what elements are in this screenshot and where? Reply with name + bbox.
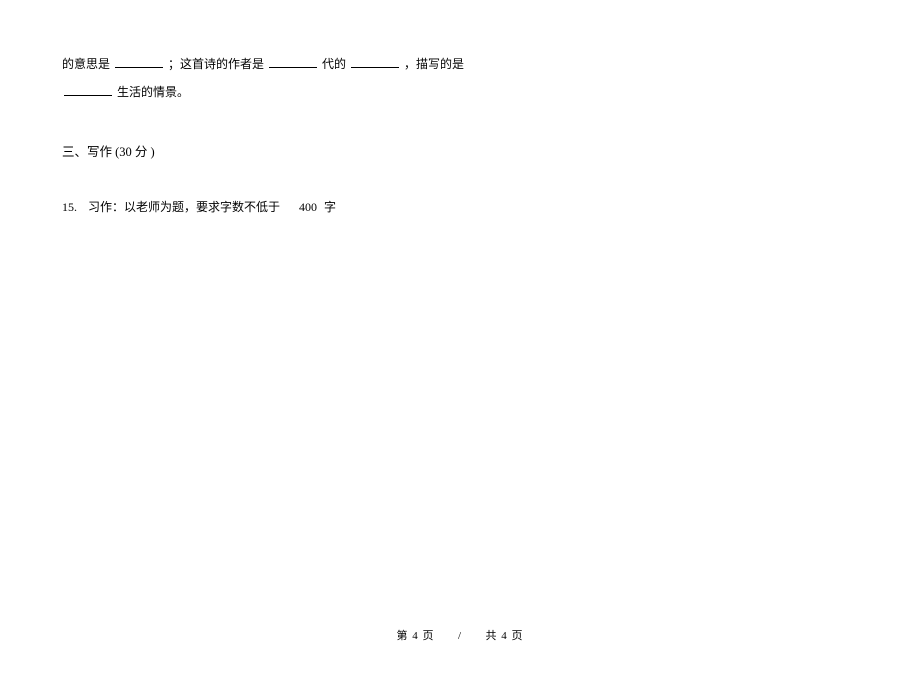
text-fragment: ，描写的是	[404, 57, 464, 71]
fill-blank[interactable]	[115, 54, 163, 68]
question-15: 15. 习作：以老师为题，要求字数不低于 400 字	[62, 195, 858, 219]
fill-blank[interactable]	[64, 82, 112, 96]
fragment-line-1: 的意思是 ；这首诗的作者是 代的 ，描写的是	[62, 52, 858, 76]
question-number: 15.	[62, 200, 77, 214]
footer-separator: /	[458, 630, 462, 642]
question-text-unit: 字	[324, 200, 336, 214]
question-text: 习作：以老师为题，要求字数不低于	[88, 200, 280, 214]
fill-blank[interactable]	[351, 54, 399, 68]
text-fragment: 的意思是	[62, 57, 110, 71]
page-footer: 第 4 页 / 共 4 页	[0, 627, 920, 643]
text-fragment: 生活的情景。	[117, 85, 189, 99]
fragment-line-2: 生活的情景。	[62, 80, 858, 104]
word-count: 400	[299, 200, 317, 214]
fill-blank[interactable]	[269, 54, 317, 68]
footer-page-total: 共 4 页	[486, 630, 524, 642]
page-content: 的意思是 ；这首诗的作者是 代的 ，描写的是 生活的情景。 三、写作 (30 分…	[62, 52, 858, 219]
text-fragment: 代的	[322, 57, 346, 71]
text-fragment: ；这首诗的作者是	[168, 57, 264, 71]
footer-page-current: 第 4 页	[396, 630, 434, 642]
section-heading: 三、写作 (30 分 )	[62, 140, 858, 165]
